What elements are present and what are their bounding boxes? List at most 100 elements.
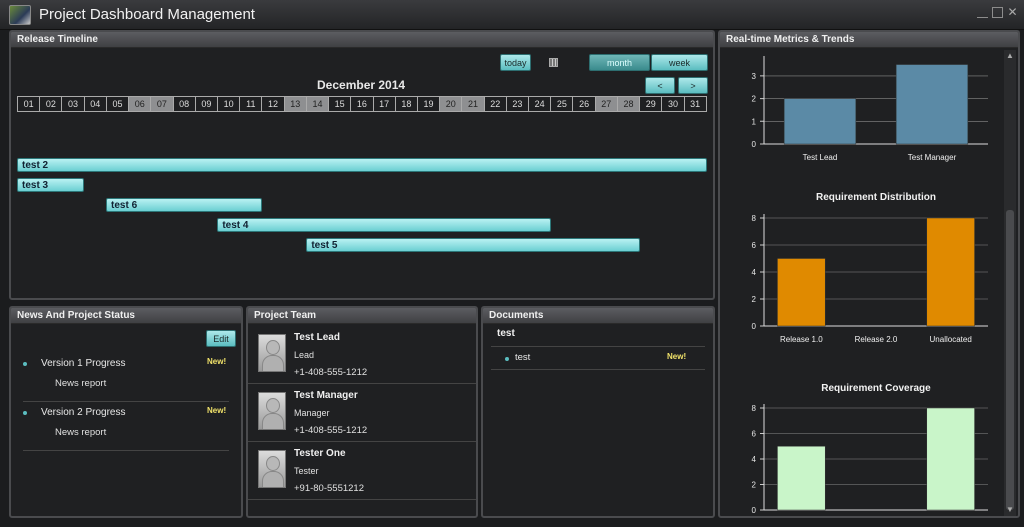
new-badge: New! [207,406,227,415]
y-tick-label: 6 [752,241,757,250]
y-tick-label: 2 [752,295,757,304]
member-role: Manager [294,408,330,418]
metrics-panel: Real-time Metrics & Trends 0 1 2 3 Test Lead… [718,30,1020,518]
today-button[interactable]: today [500,54,531,71]
y-tick-label: 0 [752,140,757,149]
app-logo-icon [9,5,31,25]
maximize-icon[interactable] [992,7,1003,18]
x-category-label: Test Manager [908,153,957,162]
bullet-icon [23,411,27,415]
day-cell: 10 [218,97,241,111]
avatar-icon [258,334,286,372]
bullet-icon [505,357,509,361]
chart-bar [777,446,826,511]
day-cell: 31 [690,99,701,109]
news-item[interactable]: Version 2 Progress New! News report [23,405,229,451]
day-cell: 28 [617,97,641,111]
day-cell: 02 [40,97,63,111]
day-cell: 01 [18,97,41,111]
release-timeline-header: Release Timeline [11,32,713,48]
x-category-label: Release 2.0 [855,335,898,344]
gantt-task-bar[interactable]: test 3 [17,178,84,192]
member-name: Test Manager [294,390,358,401]
news-item[interactable]: Version 1 Progress New! News report [23,356,229,402]
day-cell: 18 [396,97,418,111]
bullet-icon [23,362,27,366]
prev-month-button[interactable]: < [645,77,675,94]
day-cell: 19 [418,97,441,111]
team-member-card[interactable]: Test Manager Manager +1-408-555-1212 [248,384,476,442]
document-item[interactable]: test New! [491,346,705,370]
member-role: Lead [294,350,315,360]
metrics-header: Real-time Metrics & Trends [720,32,1018,48]
scroll-down-icon[interactable]: ▼ [1004,504,1016,516]
day-cell: 29 [640,97,663,111]
document-folder-title[interactable]: test [497,328,515,339]
day-cell: 25 [551,97,574,111]
close-icon[interactable]: ✕ [1007,6,1018,18]
window-titlebar: Project Dashboard Management ✕ [0,0,1024,30]
scroll-up-icon[interactable]: ▲ [1004,50,1016,62]
y-tick-label: 2 [752,481,757,490]
gantt-task-bar[interactable]: test 5 [306,238,641,252]
calendar-icon[interactable] [549,58,558,67]
chart-bar [926,217,975,327]
chart-title: Requirement Coverage [821,383,931,394]
release-timeline-panel: Release Timeline today month week < > De… [9,30,715,300]
month-view-button[interactable]: month [589,54,650,71]
day-cell: 08 [174,97,196,111]
project-team-panel: Project Team Test Lead Lead +1-408-555-1… [246,306,478,518]
documents-panel: Documents test test New! [481,306,715,518]
y-tick-label: 0 [752,506,757,515]
gantt-task-bar[interactable]: test 6 [106,198,262,212]
team-member-card[interactable]: Tester One Tester +91-80-5551212 [248,442,476,500]
documents-header: Documents [483,308,713,324]
avatar-icon [258,450,286,488]
news-header: News And Project Status [11,308,241,324]
scroll-thumb[interactable] [1006,210,1014,510]
team-member-card[interactable]: Test Lead Lead +1-408-555-1212 [248,326,476,384]
y-tick-label: 2 [752,95,757,104]
day-cell: 03 [62,97,85,111]
day-cell: 11 [240,97,263,111]
news-subtitle: News report [55,427,107,438]
chart-bar [926,407,975,511]
member-phone: +1-408-555-1212 [294,367,368,378]
minimize-icon[interactable] [977,7,988,18]
gantt-task-bar[interactable]: test 2 [17,158,707,172]
project-team-header: Project Team [248,308,476,324]
x-category-label: Release 1.0 [780,335,823,344]
member-phone: +91-80-5551212 [294,483,364,494]
y-tick-label: 6 [752,430,757,439]
day-cell: 16 [351,97,374,111]
member-name: Test Lead [294,332,340,343]
day-cell: 07 [151,97,174,111]
news-title[interactable]: Version 2 Progress [41,407,126,418]
next-month-button[interactable]: > [678,77,708,94]
day-cell: 26 [573,97,596,111]
avatar-icon [258,392,286,430]
day-cell: 12 [262,97,285,111]
news-title[interactable]: Version 1 Progress [41,358,126,369]
y-tick-label: 8 [752,214,757,223]
y-tick-label: 8 [752,404,757,413]
x-category-label: Unallocated [930,335,972,344]
metrics-scrollbar[interactable]: ▲ ▼ [1004,50,1016,516]
y-tick-label: 1 [752,117,757,126]
day-cell: 05 [107,97,130,111]
month-title: December 2014 [317,78,406,92]
y-tick-label: 4 [752,268,757,277]
chart-bar [777,258,826,327]
day-cell: 24 [529,97,552,111]
gantt-task-bar[interactable]: test 4 [217,218,552,232]
day-cell: 30 [662,97,685,111]
y-tick-label: 3 [752,72,757,81]
new-badge: New! [667,352,687,361]
day-cell: 09 [196,97,218,111]
week-view-button[interactable]: week [651,54,708,71]
news-subtitle: News report [55,378,107,389]
day-cell: 06 [129,97,152,111]
member-role: Tester [294,466,319,476]
edit-news-button[interactable]: Edit [206,330,236,347]
document-name[interactable]: test [515,352,530,363]
